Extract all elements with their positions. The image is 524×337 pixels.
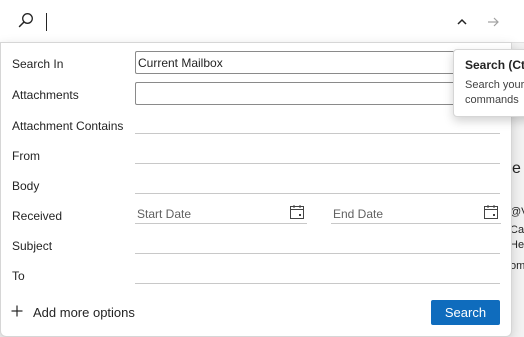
end-date-placeholder: End Date (333, 207, 384, 221)
from-input[interactable] (135, 144, 500, 164)
search-in-dropdown[interactable]: Current Mailbox (135, 51, 500, 74)
calendar-icon[interactable] (289, 204, 305, 223)
add-more-options-button[interactable]: Add more options (11, 305, 135, 320)
arrow-right-icon[interactable] (486, 15, 500, 32)
body-input[interactable] (135, 174, 500, 194)
to-label: To (12, 269, 25, 283)
background-fragment: @V (510, 206, 524, 218)
body-label: Body (12, 179, 40, 193)
text-cursor (46, 13, 47, 31)
advanced-search-panel: Search In Current Mailbox Attachments At… (0, 42, 512, 337)
search-icon (18, 12, 34, 31)
attachment-contains-label: Attachment Contains (12, 119, 124, 133)
add-more-options-label: Add more options (33, 305, 135, 320)
from-label: From (12, 149, 40, 163)
background-fragment: om (510, 260, 524, 272)
tooltip-body-line: Search your (465, 79, 524, 91)
search-in-label: Search In (12, 57, 64, 71)
start-date-input[interactable]: Start Date (135, 204, 307, 224)
search-tooltip: Search (Ctr Search your commands (453, 49, 524, 117)
attachments-dropdown[interactable] (135, 82, 500, 105)
subject-input[interactable] (135, 234, 500, 254)
start-date-placeholder: Start Date (137, 207, 192, 221)
attachments-label: Attachments (12, 88, 79, 102)
background-fragment: e (512, 160, 521, 177)
calendar-icon[interactable] (483, 204, 499, 223)
attachment-contains-input[interactable] (135, 114, 500, 134)
tooltip-title: Search (Ctr (465, 58, 524, 72)
search-bar[interactable] (0, 0, 524, 43)
to-input[interactable] (135, 264, 500, 284)
background-fragment: Cat (510, 224, 524, 236)
subject-label: Subject (12, 239, 53, 253)
end-date-input[interactable]: End Date (331, 204, 501, 224)
tooltip-body: Search your commands (465, 78, 524, 108)
background-fragment: He (510, 239, 524, 251)
search-in-value: Current Mailbox (138, 56, 223, 70)
tooltip-body-line: commands (465, 94, 519, 106)
collapse-chevron-up-icon[interactable] (455, 15, 469, 32)
plus-icon (11, 305, 23, 320)
received-label: Received (12, 209, 63, 223)
search-button[interactable]: Search (431, 300, 500, 325)
